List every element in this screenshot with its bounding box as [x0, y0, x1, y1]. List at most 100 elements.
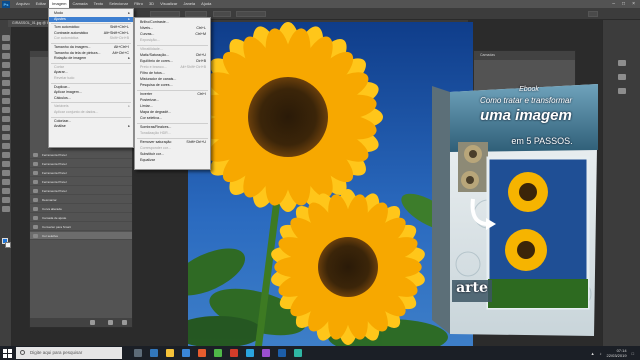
app-icon[interactable]	[198, 349, 206, 357]
app-icon[interactable]	[230, 349, 238, 357]
stamp-tool-icon[interactable]	[2, 107, 10, 113]
ajustes-menu-item[interactable]: Substituir cor...	[135, 152, 210, 157]
imagem-menu-item[interactable]: Cor automática Shift+Ctrl+B	[49, 36, 133, 41]
history-row[interactable]: Camada de ajuste	[30, 214, 132, 222]
lasso-tool-icon[interactable]	[2, 53, 10, 59]
panel-icon[interactable]	[618, 88, 626, 94]
history-brush-tool-icon[interactable]	[2, 116, 10, 122]
ajustes-menu-item[interactable]: Inverter Ctrl+I	[135, 92, 210, 97]
imagem-menu-item[interactable]: Tamanho da imagem... Alt+Ctrl+I	[49, 45, 133, 50]
imagem-menu-item[interactable]: Contraste automático Alt+Shift+Ctrl+L	[49, 31, 133, 36]
imagem-menu-item[interactable]: Variáveis ▸	[49, 104, 133, 109]
healing-tool-icon[interactable]	[2, 89, 10, 95]
imagem-menu-item[interactable]: Aparar...	[49, 70, 133, 75]
camera-icon[interactable]	[108, 320, 113, 325]
ajustes-menu-item[interactable]: Curvas... Ctrl+M	[135, 32, 210, 37]
imagem-menu-item[interactable]: Colorizar...	[49, 119, 133, 124]
notification-icon[interactable]: □	[632, 351, 634, 356]
volume-icon[interactable]: ♪	[600, 351, 602, 356]
close-icon[interactable]: ×	[632, 1, 635, 7]
menu-janela[interactable]: Janela	[180, 0, 198, 8]
store-icon[interactable]	[182, 349, 190, 357]
imagem-menu-item[interactable]: Revelar tudo	[49, 76, 133, 81]
ajustes-menu-item[interactable]: Exposição...	[135, 38, 210, 43]
imagem-menu-item[interactable]: Aplicar imagem...	[49, 90, 133, 95]
panel-icon[interactable]	[618, 74, 626, 80]
shape-tool-icon[interactable]	[2, 188, 10, 194]
ajustes-menu-item[interactable]: Sombras/Realces...	[135, 125, 210, 130]
ajustes-menu-item[interactable]: Remover saturação Shift+Ctrl+U	[135, 140, 210, 145]
move-tool-icon[interactable]	[2, 35, 10, 41]
history-row[interactable]: Desmarcar	[30, 196, 132, 204]
app-icon[interactable]	[262, 349, 270, 357]
taskbar-clock[interactable]: 07:14 22/03/2019	[607, 348, 627, 358]
ajustes-menu-item[interactable]: Posterizar...	[135, 98, 210, 103]
history-row[interactable]: Curva alterada	[30, 205, 132, 213]
imagem-menu-item[interactable]: Rotação de imagem ▸	[49, 56, 133, 61]
taskbar-search-input[interactable]: Digite aqui para pesquisar	[16, 347, 122, 359]
imagem-menu-item[interactable]: Tamanho da tela de pintura... Alt+Ctrl+C	[49, 51, 133, 56]
layers-panel-title[interactable]: Camadas	[474, 51, 575, 60]
imagem-menu-item[interactable]: Cortar	[49, 65, 133, 70]
imagem-menu-item[interactable]: Tom automático Shift+Ctrl+L	[49, 25, 133, 30]
menu-arquivo[interactable]: Arquivo	[13, 0, 33, 8]
ajustes-menu-item[interactable]: Pesquisa de cores...	[135, 83, 210, 88]
path-select-tool-icon[interactable]	[2, 179, 10, 185]
task-view-icon[interactable]	[134, 349, 142, 357]
menu-editar[interactable]: Editar	[33, 0, 49, 8]
blur-tool-icon[interactable]	[2, 143, 10, 149]
imagem-menu-item[interactable]: Aplicar conjunto de dados...	[49, 110, 133, 115]
history-row[interactable]: Ferramenta Pincel	[30, 160, 132, 168]
menu-camada[interactable]: Camada	[69, 0, 90, 8]
menu-texto[interactable]: Texto	[91, 0, 107, 8]
trash-icon[interactable]	[122, 320, 127, 325]
imagem-menu-item[interactable]: Ajustes ▸	[49, 16, 133, 22]
snapshot-icon[interactable]	[90, 320, 95, 325]
workspace-icon[interactable]	[588, 11, 598, 17]
history-row[interactable]: Ferramenta Pincel	[30, 169, 132, 177]
imagem-menu-item[interactable]: Modo ▸	[49, 11, 133, 16]
type-tool-icon[interactable]	[2, 170, 10, 176]
ajustes-menu-item[interactable]: Misturador de canais...	[135, 77, 210, 82]
zoom-tool-icon[interactable]	[2, 206, 10, 212]
history-row[interactable]: Cor seletiva	[30, 232, 132, 240]
ajustes-menu-item[interactable]: Vibratilidade...	[135, 47, 210, 52]
history-row[interactable]: Ferramenta Pincel	[30, 178, 132, 186]
maximize-icon[interactable]: □	[622, 1, 625, 7]
app-icon[interactable]	[294, 349, 302, 357]
network-icon[interactable]: ▲	[591, 351, 595, 356]
eyedropper-tool-icon[interactable]	[2, 80, 10, 86]
windows-start-icon[interactable]	[3, 349, 12, 358]
app-icon[interactable]	[246, 349, 254, 357]
ajustes-menu-item[interactable]: Equilíbrio de cores... Ctrl+B	[135, 59, 210, 64]
menu-filtro[interactable]: Filtro	[131, 0, 146, 8]
ajustes-menu-item[interactable]: Brilho/Contraste...	[135, 20, 210, 25]
ajustes-menu-item[interactable]: Preto e branco... Alt+Shift+Ctrl+B	[135, 65, 210, 70]
history-row[interactable]: Ferramenta Pincel	[30, 187, 132, 195]
marquee-tool-icon[interactable]	[2, 44, 10, 50]
pen-tool-icon[interactable]	[2, 161, 10, 167]
ajustes-menu-item[interactable]: Cor seletiva...	[135, 116, 210, 121]
menu-ajuda[interactable]: Ajuda	[198, 0, 214, 8]
eraser-tool-icon[interactable]	[2, 125, 10, 131]
file-explorer-icon[interactable]	[166, 349, 174, 357]
app-icon[interactable]	[214, 349, 222, 357]
edge-icon[interactable]	[150, 349, 158, 357]
crop-tool-icon[interactable]	[2, 71, 10, 77]
option-control[interactable]	[236, 11, 266, 17]
hand-tool-icon[interactable]	[2, 197, 10, 203]
imagem-menu-item[interactable]: Análise ▸	[49, 124, 133, 129]
quick-select-tool-icon[interactable]	[2, 62, 10, 68]
ajustes-menu-item[interactable]: Equalizar	[135, 158, 210, 163]
brush-tool-icon[interactable]	[2, 98, 10, 104]
gradient-tool-icon[interactable]	[2, 134, 10, 140]
ajustes-menu-item[interactable]: Mapa de degradê...	[135, 110, 210, 115]
photoshop-taskbar-icon[interactable]	[278, 349, 286, 357]
menu-visualizar[interactable]: Visualizar	[157, 0, 180, 8]
history-row[interactable]: Converter para Smart	[30, 223, 132, 231]
option-control[interactable]	[213, 11, 231, 17]
ajustes-menu-item[interactable]: Tonalização HDR...	[135, 131, 210, 136]
history-row[interactable]: Ferramenta Pincel	[30, 151, 132, 159]
minimize-icon[interactable]: –	[612, 1, 615, 7]
dodge-tool-icon[interactable]	[2, 152, 10, 158]
